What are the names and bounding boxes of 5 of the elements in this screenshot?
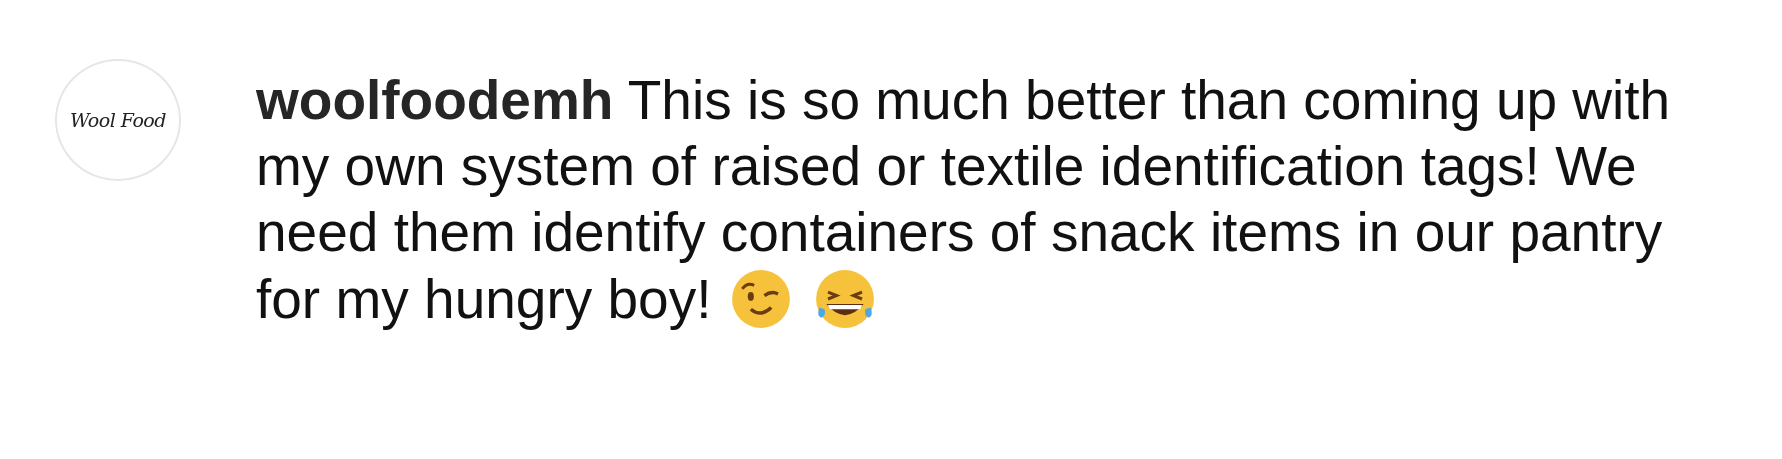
avatar-logo[interactable]: Wool Food [55,59,181,181]
comment-text-line: for my hungry boy! [256,267,712,332]
comment-text-line: woolfoodemh This is so much better than coming up with [256,68,1671,133]
comment-text-line: my own system of raised or textile identification tags! We [256,134,1637,199]
comment-text-line: need them identify containers of snack items in our pantry [256,200,1663,265]
